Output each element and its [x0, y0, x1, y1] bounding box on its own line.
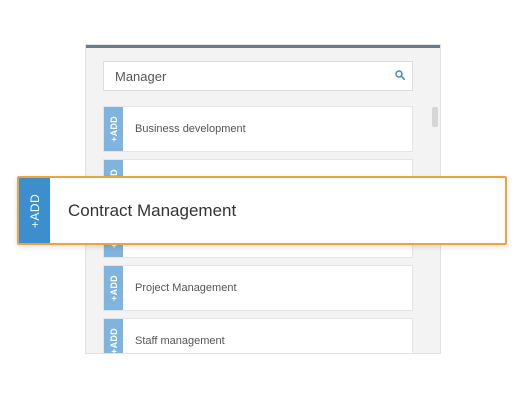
- add-button[interactable]: +ADD: [104, 319, 123, 353]
- search-input[interactable]: [104, 62, 395, 90]
- list-item-label: Business development: [135, 123, 246, 135]
- list-item: +ADD Business development: [103, 106, 413, 152]
- add-button[interactable]: +ADD: [104, 266, 123, 310]
- add-button-label: +ADD: [108, 328, 119, 353]
- add-button-label: +ADD: [27, 193, 42, 228]
- list-item: +ADD Project Management: [103, 265, 413, 311]
- search-box: [103, 61, 413, 91]
- add-button[interactable]: +ADD: [104, 107, 123, 151]
- list-item-label: Project Management: [135, 282, 237, 294]
- list-item-label: Staff management: [135, 335, 225, 347]
- highlighted-list-item[interactable]: +ADD Contract Management: [17, 176, 507, 245]
- scrollbar-thumb[interactable]: [432, 107, 438, 127]
- list-item: +ADD Staff management: [103, 318, 413, 353]
- search-icon[interactable]: [395, 70, 405, 80]
- highlighted-item-label: Contract Management: [68, 201, 237, 220]
- add-button[interactable]: +ADD: [19, 178, 50, 243]
- add-button-label: +ADD: [108, 116, 119, 142]
- add-button-label: +ADD: [108, 275, 119, 301]
